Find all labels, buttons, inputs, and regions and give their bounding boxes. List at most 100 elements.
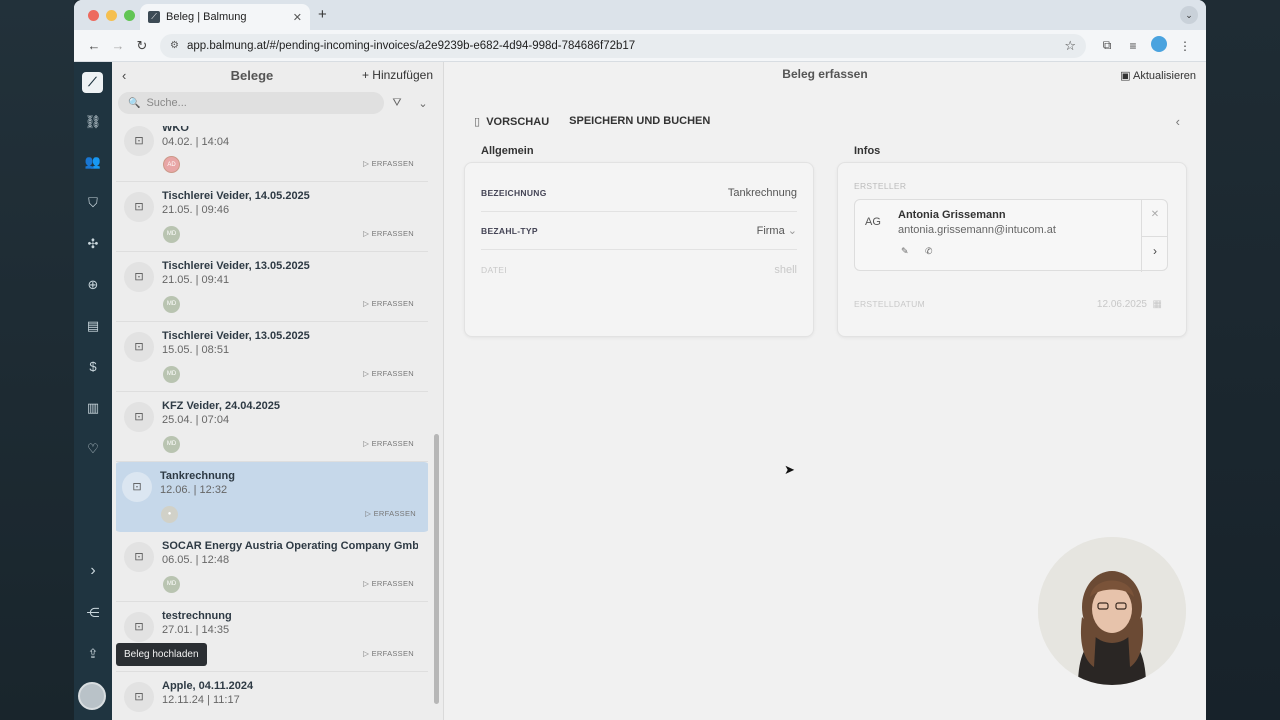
erfassen-button[interactable]: ▷ ERFASSEN xyxy=(363,579,414,588)
briefcase-icon: ⊡ xyxy=(124,612,154,642)
presenter-video-image xyxy=(1038,537,1186,685)
item-timestamp: 15.05. | 08:51 xyxy=(162,344,230,356)
book-icon[interactable]: ▤ xyxy=(74,318,112,334)
erfassen-button[interactable]: ▷ ERFASSEN xyxy=(363,229,414,238)
app-area: ⟋ ⛓ 👥 ⛉ ✣ ⊕ ▤ $ ▥ ♡ › ⋲ ⇪ Beleg hochlade… xyxy=(74,62,1206,720)
briefcase-icon: ⊡ xyxy=(124,402,154,432)
site-info-icon[interactable]: ⚙ xyxy=(170,40,179,51)
erfassen-button[interactable]: ▷ ERFASSEN xyxy=(363,299,414,308)
share-icon[interactable]: ⋲ xyxy=(74,605,112,621)
list-item[interactable]: ⊡ Apple, 04.11.2024 12.11.24 | 11:17 xyxy=(116,672,428,720)
upload-icon[interactable]: ⇪ xyxy=(74,646,112,662)
refresh-button[interactable]: ▣ Aktualisieren xyxy=(1120,69,1196,82)
search-input[interactable]: 🔍 Suche... xyxy=(118,92,384,114)
item-timestamp: 27.01. | 14:35 xyxy=(162,624,230,636)
search-row: 🔍 Suche... ⛛ ⌄ xyxy=(112,88,443,118)
list-header: ‹ Belege + Hinzufügen xyxy=(112,62,443,88)
creation-date-field[interactable]: ERSTELLDATUM 12.06.2025 ▦ xyxy=(854,299,1162,310)
tab-close-icon[interactable]: ✕ xyxy=(293,11,302,24)
remove-creator-icon[interactable]: ✕ xyxy=(1142,209,1168,220)
list-item[interactable]: ⊡ Tischlerei Veider, 14.05.2025 21.05. |… xyxy=(116,182,428,252)
item-avatar: AD xyxy=(163,156,180,173)
media-controls-icon[interactable]: ≡ xyxy=(1120,39,1146,53)
list-item[interactable]: ⊡ WKO 04.02. | 14:04 AD ▷ ERFASSEN xyxy=(116,126,428,182)
phone-icon[interactable]: ✆ xyxy=(925,246,933,257)
bookmark-star-icon[interactable]: ☆ xyxy=(1064,38,1076,54)
upload-tooltip: Beleg hochladen xyxy=(116,643,207,666)
chevron-down-icon: ⌄ xyxy=(787,225,797,237)
erfassen-button[interactable]: ▷ ERFASSEN xyxy=(363,369,414,378)
item-timestamp: 06.05. | 12:48 xyxy=(162,554,230,566)
url-field[interactable]: ⚙ app.balmung.at/#/pending-incoming-invo… xyxy=(160,33,1086,58)
list-item[interactable]: ⊡ Tischlerei Veider, 13.05.2025 15.05. |… xyxy=(116,322,428,392)
date-value: 12.06.2025 ▦ xyxy=(1096,299,1162,310)
back-arrow-icon[interactable]: ← xyxy=(82,38,106,53)
item-timestamp: 12.11.24 | 11:17 xyxy=(162,694,240,706)
back-chevron-icon[interactable]: ‹ xyxy=(122,68,142,83)
creator-card[interactable]: AG Antonia Grissemann antonia.grissemann… xyxy=(854,199,1168,272)
heart-icon[interactable]: ♡ xyxy=(74,441,112,457)
general-card: BEZEICHNUNG Tankrechnung BEZAHL-TYP Firm… xyxy=(464,162,814,337)
magic-wand-icon[interactable]: ✎ xyxy=(901,246,909,257)
infos-card: ERSTELLER AG Antonia Grissemann antonia.… xyxy=(837,162,1187,337)
people-icon[interactable]: 👥 xyxy=(74,154,112,170)
add-button[interactable]: + Hinzufügen xyxy=(362,68,433,82)
general-section-title: Allgemein xyxy=(481,145,534,157)
profile-icon[interactable] xyxy=(1146,36,1172,55)
erfassen-button[interactable]: ▷ ERFASSEN xyxy=(363,159,414,168)
balmung-logo-icon[interactable]: ⟋ xyxy=(82,72,103,93)
briefcase-icon: ⊡ xyxy=(124,682,154,712)
workflow-icon[interactable]: ⛓ xyxy=(74,114,112,130)
creator-label: ERSTELLER xyxy=(854,181,907,191)
collapse-chevron-icon[interactable]: ‹ xyxy=(1176,114,1180,129)
browser-menu-icon[interactable]: ⋮ xyxy=(1172,39,1198,53)
designation-field[interactable]: BEZEICHNUNG Tankrechnung xyxy=(481,174,797,212)
list-scrollbar[interactable] xyxy=(434,434,439,704)
chevron-down-icon[interactable]: ⌄ xyxy=(410,97,436,110)
field-label: BEZAHL-TYP xyxy=(481,225,538,236)
shopping-bag-icon[interactable]: ⛉ xyxy=(74,195,112,211)
payment-type-select[interactable]: BEZAHL-TYP Firma ⌄ xyxy=(481,212,797,250)
calendar-icon: ▦ xyxy=(1152,299,1162,310)
creator-initials: AG xyxy=(865,216,881,228)
filter-icon[interactable]: ⛛ xyxy=(384,97,410,110)
close-window-button[interactable] xyxy=(88,10,99,21)
balmung-favicon-icon: ⟋ xyxy=(148,11,160,23)
item-title: testrechnung xyxy=(162,610,232,622)
erfassen-button[interactable]: ▷ ERFASSEN xyxy=(363,649,414,658)
list-item[interactable]: ⊡ KFZ Veider, 24.04.2025 25.04. | 07:04 … xyxy=(116,392,428,462)
minimize-window-button[interactable] xyxy=(106,10,117,21)
item-timestamp: 04.02. | 14:04 xyxy=(162,136,230,148)
open-creator-chevron-icon[interactable]: › xyxy=(1142,244,1168,258)
save-and-book-button[interactable]: SPEICHERN UND BUCHEN xyxy=(569,115,710,128)
extensions-icon[interactable]: ⧉ xyxy=(1094,38,1120,53)
list-item[interactable]: ⊡ SOCAR Energy Austria Operating Company… xyxy=(116,532,428,602)
item-title: SOCAR Energy Austria Operating Company G… xyxy=(162,540,418,552)
invoice-list-panel: ‹ Belege + Hinzufügen 🔍 Suche... ⛛ ⌄ ⊡ W… xyxy=(112,62,444,720)
expand-chevron-icon[interactable]: › xyxy=(74,562,112,580)
forward-arrow-icon[interactable]: → xyxy=(106,38,130,53)
file-field[interactable]: DATEI shell xyxy=(481,251,797,289)
bar-chart-icon[interactable]: ▥ xyxy=(74,400,112,416)
date-label: ERSTELLDATUM xyxy=(854,299,925,309)
user-avatar[interactable] xyxy=(78,682,106,710)
preview-button[interactable]: ▯ VORSCHAU xyxy=(474,115,549,128)
browser-tab[interactable]: ⟋ Beleg | Balmung ✕ xyxy=(140,4,310,30)
field-value: Firma ⌄ xyxy=(756,225,797,237)
reload-icon[interactable]: ↻ xyxy=(130,38,154,54)
item-title: Tankrechnung xyxy=(160,470,235,482)
tab-search-chevron-icon[interactable]: ⌄ xyxy=(1180,6,1198,24)
dollar-icon[interactable]: $ xyxy=(74,359,112,374)
window-controls xyxy=(88,10,135,21)
list-item-selected[interactable]: ⊡ Tankrechnung 12.06. | 12:32 ● ▷ ERFASS… xyxy=(116,462,428,532)
search-placeholder: Suche... xyxy=(146,97,187,109)
network-icon[interactable]: ✣ xyxy=(74,236,112,252)
erfassen-button[interactable]: ▷ ERFASSEN xyxy=(363,439,414,448)
erfassen-button[interactable]: ▷ ERFASSEN xyxy=(365,509,416,518)
globe-icon[interactable]: ⊕ xyxy=(74,277,112,293)
list-item[interactable]: ⊡ Tischlerei Veider, 13.05.2025 21.05. |… xyxy=(116,252,428,322)
item-timestamp: 21.05. | 09:41 xyxy=(162,274,230,286)
new-tab-button[interactable]: + xyxy=(318,6,327,23)
maximize-window-button[interactable] xyxy=(124,10,135,21)
creator-email: antonia.grissemann@intucom.at xyxy=(898,224,1056,236)
